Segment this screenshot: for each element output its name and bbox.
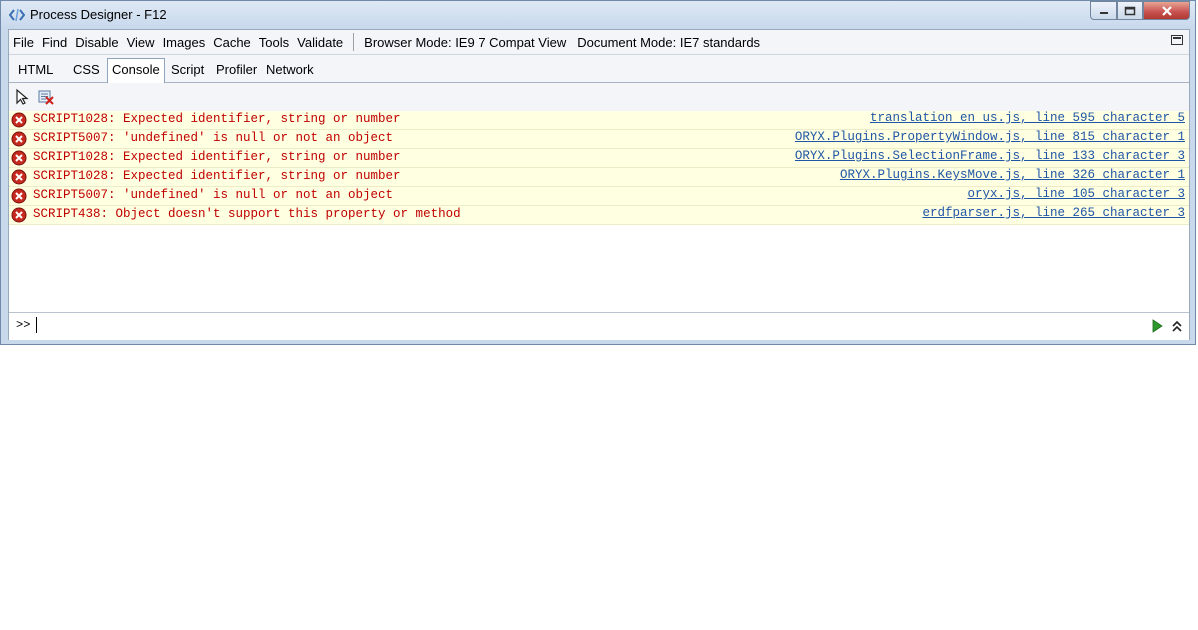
- menu-separator: [353, 33, 355, 51]
- console-toolbar: [9, 83, 1189, 112]
- menu-view[interactable]: View: [123, 35, 159, 50]
- maximize-icon: [1124, 6, 1136, 15]
- error-icon: [11, 169, 27, 185]
- error-message: SCRIPT5007: 'undefined' is null or not a…: [33, 188, 394, 202]
- menu-cache[interactable]: Cache: [209, 35, 255, 50]
- menu-images[interactable]: Images: [159, 35, 210, 50]
- menu-bar: File Find Disable View Images Cache Tool…: [9, 30, 1189, 55]
- source-link[interactable]: ORYX.Plugins.SelectionFrame.js, line 133…: [795, 149, 1185, 163]
- error-icon: [11, 188, 27, 204]
- console-message: SCRIPT5007: 'undefined' is null or not a…: [9, 130, 1189, 149]
- tab-network[interactable]: Network: [262, 59, 318, 81]
- devtools-pane: File Find Disable View Images Cache Tool…: [8, 29, 1190, 340]
- console-message: SCRIPT438: Object doesn't support this p…: [9, 206, 1189, 225]
- tab-html[interactable]: HTML: [14, 59, 57, 81]
- close-button[interactable]: [1143, 1, 1190, 20]
- title-bar[interactable]: Process Designer - F12: [1, 1, 1195, 29]
- error-message: SCRIPT1028: Expected identifier, string …: [33, 150, 401, 164]
- undock-button[interactable]: [1171, 35, 1183, 45]
- tab-bar: HTML CSS Console Script Profiler Network: [9, 55, 1189, 83]
- console-message: SCRIPT1028: Expected identifier, string …: [9, 168, 1189, 187]
- run-script-icon[interactable]: [1151, 319, 1163, 333]
- select-element-icon[interactable]: [14, 88, 32, 106]
- menu-disable[interactable]: Disable: [71, 35, 122, 50]
- error-message: SCRIPT5007: 'undefined' is null or not a…: [33, 131, 394, 145]
- console-input-bar[interactable]: >>: [9, 312, 1189, 340]
- multiline-toggle-icon[interactable]: [1171, 319, 1183, 333]
- error-message: SCRIPT1028: Expected identifier, string …: [33, 112, 401, 126]
- console-message: SCRIPT5007: 'undefined' is null or not a…: [9, 187, 1189, 206]
- menu-tools[interactable]: Tools: [255, 35, 293, 50]
- text-caret: [36, 317, 37, 333]
- tab-css[interactable]: CSS: [69, 59, 104, 81]
- window-title: Process Designer - F12: [30, 7, 167, 22]
- tab-console[interactable]: Console: [107, 58, 165, 83]
- console-message: SCRIPT1028: Expected identifier, string …: [9, 149, 1189, 168]
- menu-find[interactable]: Find: [38, 35, 71, 50]
- minimize-icon: [1099, 11, 1108, 14]
- menu-file[interactable]: File: [9, 35, 38, 50]
- console-message: SCRIPT1028: Expected identifier, string …: [9, 111, 1189, 130]
- tab-profiler[interactable]: Profiler: [212, 59, 261, 81]
- clear-console-icon[interactable]: [37, 88, 55, 106]
- console-prompt: >>: [16, 318, 31, 332]
- tab-script[interactable]: Script: [167, 59, 208, 81]
- devtools-app-icon: [9, 8, 25, 22]
- source-link[interactable]: ORYX.Plugins.PropertyWindow.js, line 815…: [795, 130, 1185, 144]
- source-link[interactable]: ORYX.Plugins.KeysMove.js, line 326 chara…: [840, 168, 1185, 182]
- source-link[interactable]: translation en us.js, line 595 character…: [870, 111, 1185, 125]
- minimize-button[interactable]: [1090, 1, 1117, 20]
- error-message: SCRIPT438: Object doesn't support this p…: [33, 207, 461, 221]
- maximize-button[interactable]: [1117, 1, 1143, 20]
- document-mode-menu[interactable]: Document Mode: IE7 standards: [573, 35, 764, 50]
- error-icon: [11, 150, 27, 166]
- menu-validate[interactable]: Validate: [293, 35, 347, 50]
- source-link[interactable]: oryx.js, line 105 character 3: [967, 187, 1185, 201]
- error-icon: [11, 207, 27, 223]
- source-link[interactable]: erdfparser.js, line 265 character 3: [922, 206, 1185, 220]
- error-icon: [11, 112, 27, 128]
- error-message: SCRIPT1028: Expected identifier, string …: [33, 169, 401, 183]
- error-icon: [11, 131, 27, 147]
- devtools-window: Process Designer - F12 File Find Disable…: [0, 0, 1196, 345]
- browser-mode-menu[interactable]: Browser Mode: IE9 7 Compat View: [360, 35, 570, 50]
- close-icon: [1161, 5, 1172, 16]
- console-output: SCRIPT1028: Expected identifier, string …: [9, 111, 1189, 311]
